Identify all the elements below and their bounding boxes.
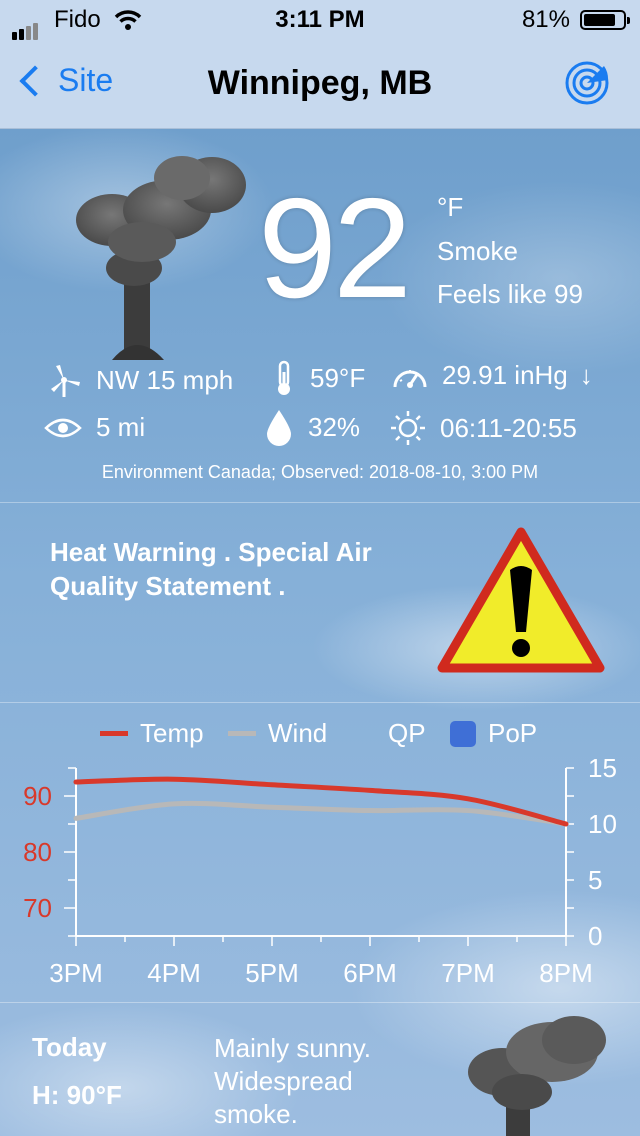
- temperature-unit: °F: [437, 192, 464, 222]
- battery-icon: [580, 10, 630, 30]
- dewpoint-value: 59°F: [310, 362, 366, 393]
- sun-times-value: 06:11-20:55: [440, 412, 577, 443]
- visibility-value: 5 mi: [96, 412, 146, 442]
- gauge-icon: [393, 369, 427, 388]
- right-axis-label: 5: [588, 865, 602, 895]
- forecast-high: H: 90°F: [32, 1080, 122, 1110]
- hourly-chart[interactable]: 70 80 90 0 5 10 15 3PM 4PM 5PM 6PM 7PM 8PM: [0, 750, 640, 1000]
- pressure-trend-icon: ↓: [579, 360, 593, 390]
- eye-icon: [44, 418, 82, 437]
- legend-qp: QP: [388, 718, 426, 748]
- pressure-value: 29.91 inHg: [442, 360, 568, 390]
- x-axis-label: 4PM: [147, 958, 200, 988]
- divider: [0, 702, 640, 703]
- top-bar: Fido 3:11 PM 81% Site Winnipeg, MB: [0, 0, 640, 129]
- status-bar: Fido 3:11 PM 81%: [0, 0, 640, 40]
- right-axis-label: 15: [588, 753, 617, 783]
- visibility-stat: 5 mi: [44, 412, 145, 443]
- wind-value: NW 15 mph: [96, 364, 234, 395]
- dewpoint-stat: 59°F: [272, 360, 365, 396]
- series-line-temp: [73, 776, 569, 827]
- right-axis-label: 10: [588, 809, 617, 839]
- right-axis-label: 0: [588, 921, 602, 951]
- sun-icon: [391, 411, 425, 445]
- current-condition: Smoke: [437, 236, 518, 266]
- left-axis-label: 80: [23, 837, 52, 867]
- water-drop-icon: [267, 410, 291, 446]
- humidity-stat: 32%: [264, 408, 360, 446]
- divider: [0, 1002, 640, 1003]
- legend-temp: Temp: [100, 718, 204, 749]
- forecast-day: Today: [32, 1032, 107, 1062]
- divider: [0, 502, 640, 503]
- left-axis-label: 70: [23, 893, 52, 923]
- forecast-description: Mainly sunny. Widespread smoke.: [214, 1033, 372, 1129]
- x-axis-label: 7PM: [441, 958, 494, 988]
- pressure-stat: 29.91 inHg ↓: [392, 360, 593, 391]
- battery-percent: 81%: [521, 6, 570, 33]
- weather-warning-link[interactable]: Heat Warning . Special Air Quality State…: [50, 535, 430, 603]
- smoke-condition-image: [76, 156, 246, 360]
- current-temperature: 92: [258, 169, 412, 328]
- thermometer-icon: [278, 360, 290, 395]
- smoke-forecast-image: [468, 1016, 606, 1136]
- x-axis-label: 5PM: [245, 958, 298, 988]
- wind-turbine-icon: [51, 365, 80, 397]
- legend-wind: Wind: [228, 718, 327, 749]
- x-axis-label: 8PM: [539, 958, 592, 988]
- observation-source: Environment Canada; Observed: 2018-08-10…: [101, 462, 539, 482]
- page-title: Winnipeg, MB: [207, 64, 433, 102]
- humidity-value: 32%: [308, 411, 361, 442]
- x-axis-label: 6PM: [343, 958, 396, 988]
- wind-stat: NW 15 mph: [46, 362, 233, 398]
- navigation-bar: Site Winnipeg, MB: [0, 40, 640, 128]
- feels-like: Feels like 99: [437, 279, 583, 309]
- sunrise-sunset-stat: 06:11-20:55: [390, 410, 577, 446]
- x-axis-label: 3PM: [49, 958, 102, 988]
- warning-triangle-icon[interactable]: [436, 526, 606, 676]
- left-axis-label: 90: [23, 781, 52, 811]
- radar-icon[interactable]: [564, 60, 610, 106]
- legend-pop: PoP: [450, 718, 537, 749]
